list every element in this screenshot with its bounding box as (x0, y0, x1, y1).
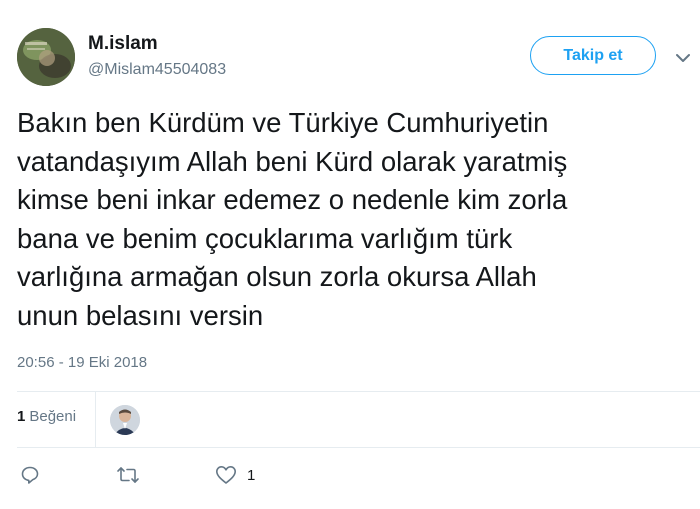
retweet-button[interactable] (116, 462, 140, 488)
like-count: 1 (247, 466, 256, 484)
display-name[interactable]: M.islam (88, 33, 158, 55)
likes-summary[interactable]: 1 Beğeni (17, 408, 76, 425)
follow-button[interactable]: Takip et (530, 36, 656, 75)
user-handle[interactable]: @Mislam45504083 (88, 61, 226, 79)
tweet-text: Bakın ben Kürdüm ve Türkiye Cumhuriyetin… (17, 107, 568, 331)
likes-count: 1 (17, 408, 26, 425)
retweet-icon (117, 467, 139, 483)
tweet-timestamp[interactable]: 20:56 - 19 Eki 2018 (17, 354, 147, 371)
heart-icon (216, 466, 236, 484)
divider (17, 391, 700, 392)
chevron-down-icon[interactable] (676, 50, 690, 62)
reply-button[interactable] (20, 462, 40, 488)
divider (17, 447, 700, 448)
liker-avatar-icon[interactable] (110, 405, 140, 435)
like-button[interactable]: 1 (215, 462, 255, 488)
likes-label: Beğeni (29, 408, 77, 425)
profile-photo-icon[interactable] (17, 28, 75, 86)
reply-icon (21, 466, 39, 484)
vertical-divider (95, 392, 96, 447)
